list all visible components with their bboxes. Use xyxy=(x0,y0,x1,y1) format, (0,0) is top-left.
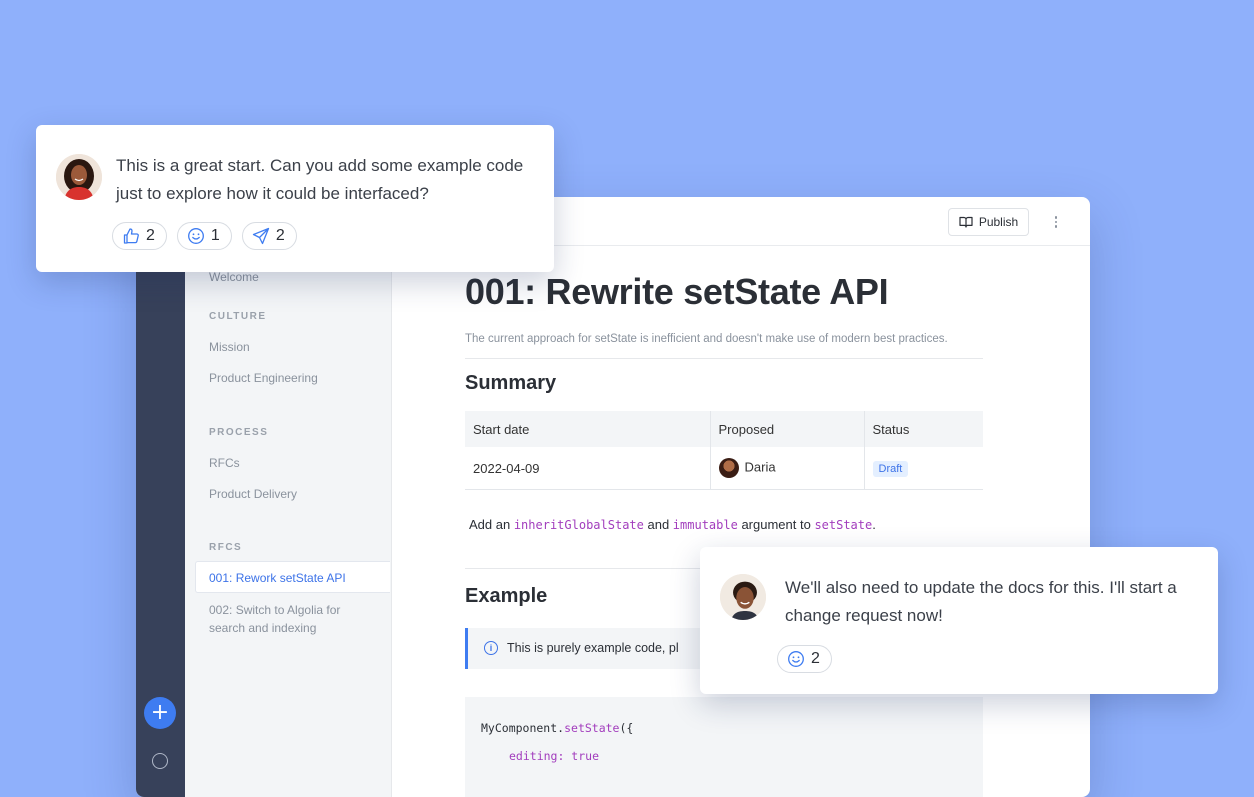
sidebar-item-label: 001: Rework setState API xyxy=(209,571,346,585)
code-token: ({ xyxy=(619,721,634,735)
callout-text: This is purely example code, pl xyxy=(507,641,679,655)
comment-card: This is a great start. Can you add some … xyxy=(36,125,554,272)
sidebar-item-welcome[interactable]: Welcome xyxy=(209,270,259,284)
help-icon[interactable] xyxy=(152,753,168,769)
avatar xyxy=(718,458,739,478)
reaction-count: 2 xyxy=(811,650,820,667)
code-token: setState xyxy=(564,721,620,735)
smile-reaction[interactable]: 1 xyxy=(176,222,232,250)
smile-icon xyxy=(788,651,804,667)
paragraph-text: Add an xyxy=(469,517,514,532)
status-cell: Draft xyxy=(864,447,983,490)
sidebar-heading-culture: CULTURE xyxy=(209,311,267,322)
summary-table: Start date Proposed Status 2022-04-09 Da… xyxy=(465,411,983,490)
reaction-count: 2 xyxy=(275,227,285,244)
description-paragraph: Add an inheritGlobalState and immutable … xyxy=(469,517,876,532)
sidebar-item-mission[interactable]: Mission xyxy=(209,340,250,354)
page-description: The current approach for setState is ine… xyxy=(465,333,948,345)
send-reaction[interactable]: 2 xyxy=(241,222,297,250)
code-token: MyComponent. xyxy=(481,721,565,735)
code-block: MyComponent.setState({ editing: true xyxy=(465,697,983,797)
reaction-count: 2 xyxy=(146,227,155,244)
reaction-bar: 2 1 2 xyxy=(112,222,297,250)
avatar xyxy=(56,154,102,200)
app-window: + Welcome CULTURE Mission Product Engine… xyxy=(136,197,1090,797)
sidebar: Welcome CULTURE Mission Product Engineer… xyxy=(185,197,392,797)
code-line: editing: true xyxy=(509,749,600,763)
table-row: 2022-04-09 Daria Draft xyxy=(465,447,983,490)
code-line: MyComponent.setState({ xyxy=(481,721,633,735)
example-heading: Example xyxy=(465,585,548,607)
column-header-start-date: Start date xyxy=(465,411,711,447)
icon-rail: + xyxy=(136,197,185,797)
comment-text: This is a great start. Can you add some … xyxy=(116,156,524,203)
column-header-status: Status xyxy=(864,411,983,447)
divider xyxy=(465,358,983,359)
add-button[interactable]: + xyxy=(144,697,176,729)
paragraph-text: . xyxy=(872,517,876,532)
sidebar-heading-rfcs: RFCS xyxy=(209,542,243,553)
status-badge: Draft xyxy=(872,460,909,477)
sidebar-item-rfc-001[interactable]: 001: Rework setState API xyxy=(195,561,390,593)
table-header-row: Start date Proposed Status xyxy=(465,411,983,447)
thumbs-up-reaction[interactable]: 2 xyxy=(112,222,167,250)
sidebar-item-rfcs[interactable]: RFCs xyxy=(209,456,240,470)
column-header-proposed: Proposed xyxy=(710,411,865,447)
smile-icon xyxy=(187,228,204,244)
smile-reaction[interactable]: 2 xyxy=(777,645,832,673)
paragraph-text: argument to xyxy=(737,517,815,532)
sidebar-heading-process: PROCESS xyxy=(209,427,269,438)
send-icon xyxy=(252,227,269,245)
reaction-count: 1 xyxy=(210,227,220,244)
thumbs-up-icon xyxy=(123,228,139,244)
inline-code: setState xyxy=(814,518,873,532)
start-date-cell: 2022-04-09 xyxy=(465,447,711,490)
comment-text: We'll also need to update the docs for t… xyxy=(785,578,1177,625)
publish-label: Publish xyxy=(978,215,1019,229)
sidebar-item-product-delivery[interactable]: Product Delivery xyxy=(209,487,297,501)
sidebar-item-product-engineering[interactable]: Product Engineering xyxy=(209,371,318,385)
avatar-image xyxy=(56,154,102,200)
page-title: 001: Rewrite setState API xyxy=(465,271,889,312)
sidebar-item-rfc-002[interactable]: 002: Switch to Algolia for search and in… xyxy=(209,601,369,637)
proposed-cell[interactable]: Daria xyxy=(710,447,865,490)
avatar xyxy=(720,574,766,620)
info-icon: i xyxy=(484,641,498,655)
avatar-image xyxy=(720,574,766,620)
paragraph-text: and xyxy=(643,517,673,532)
inline-code: inheritGlobalState xyxy=(513,518,644,532)
publish-button[interactable]: Publish xyxy=(948,208,1029,236)
summary-heading: Summary xyxy=(465,372,557,394)
proposer-name: Daria xyxy=(744,459,776,475)
more-options-icon[interactable] xyxy=(1050,211,1062,233)
inline-code: immutable xyxy=(672,518,738,532)
book-icon xyxy=(959,216,973,228)
reaction-bar: 2 xyxy=(777,645,832,673)
comment-card: We'll also need to update the docs for t… xyxy=(700,547,1218,694)
